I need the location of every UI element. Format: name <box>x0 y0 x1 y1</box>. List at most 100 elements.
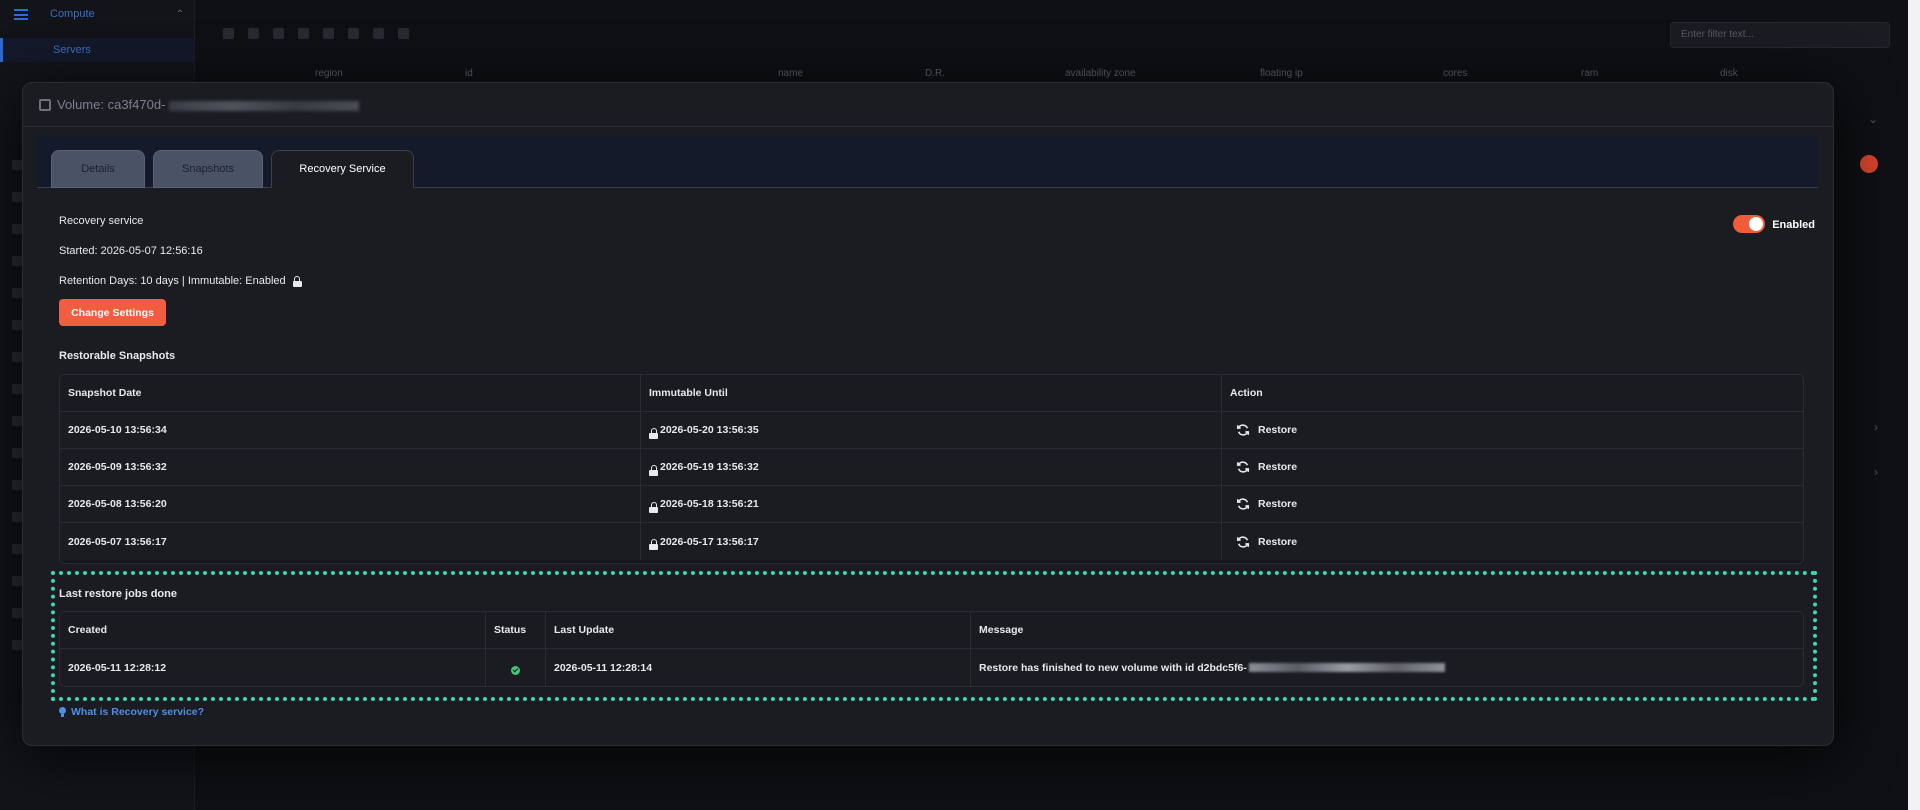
column-header[interactable]: name <box>778 68 803 79</box>
immutable-until: 2026-05-17 13:56:17 <box>641 523 1222 560</box>
status-indicator-icon[interactable] <box>1860 155 1878 173</box>
nav-icon[interactable] <box>12 224 22 234</box>
chevron-up-icon: ⌃ <box>175 8 184 20</box>
refresh-icon <box>1236 498 1250 510</box>
help-link[interactable]: What is Recovery service? <box>59 706 204 718</box>
column-header: Action <box>1230 387 1263 399</box>
gear-icon[interactable] <box>398 28 409 39</box>
chevron-down-icon[interactable]: ⌄ <box>1868 112 1878 126</box>
restore-action[interactable]: Restore <box>1222 523 1803 560</box>
tab-details[interactable]: Details <box>51 150 145 188</box>
snapshot-date: 2026-05-07 13:56:17 <box>60 523 641 560</box>
sidebar-icons <box>12 160 22 650</box>
column-header[interactable]: floating ip <box>1260 68 1303 79</box>
restore-action[interactable]: Restore <box>1222 449 1803 485</box>
lightbulb-icon <box>59 707 66 717</box>
snapshot-date: 2026-05-10 13:56:34 <box>60 412 641 448</box>
nav-icon[interactable] <box>12 416 22 426</box>
tab-recovery-service[interactable]: Recovery Service <box>271 150 414 188</box>
highlight-box <box>51 571 1817 701</box>
started-text: Started: 2026-05-07 12:56:16 <box>59 245 203 257</box>
chevron-right-icon[interactable]: › <box>1874 465 1878 479</box>
lock-icon <box>649 539 658 550</box>
table-row: 2026-05-08 13:56:20 2026-05-18 13:56:21 … <box>60 486 1803 523</box>
restore-button[interactable]: Restore <box>1258 461 1297 473</box>
recovery-service-title: Recovery service <box>59 215 144 227</box>
nav-icon[interactable] <box>12 544 22 554</box>
lock-icon <box>649 501 658 513</box>
column-header[interactable]: D.R. <box>925 68 945 79</box>
nav-icon[interactable] <box>12 288 22 298</box>
lock-icon <box>292 275 302 287</box>
table-row: 2026-05-10 13:56:34 2026-05-20 13:56:35 … <box>60 412 1803 449</box>
step-icon[interactable] <box>298 28 309 39</box>
delete-icon[interactable] <box>348 28 359 39</box>
restorable-snapshots-title: Restorable Snapshots <box>59 350 176 362</box>
refresh-icon[interactable] <box>223 28 234 39</box>
window-edge <box>1908 0 1920 810</box>
restore-button[interactable]: Restore <box>1258 498 1297 510</box>
column-header[interactable]: cores <box>1443 68 1467 79</box>
nav-icon[interactable] <box>12 576 22 586</box>
servers-table-header: region id name D.R. availability zone fl… <box>195 68 1920 82</box>
table-row: 2026-05-07 13:56:17 2026-05-17 13:56:17 … <box>60 523 1803 560</box>
table-header: Snapshot Date Immutable Until Action <box>60 375 1803 412</box>
pause-icon[interactable] <box>273 28 284 39</box>
column-header[interactable]: id <box>465 68 473 79</box>
change-settings-button[interactable]: Change Settings <box>59 299 166 326</box>
toggle-label: Enabled <box>1772 219 1815 231</box>
restore-action[interactable]: Restore <box>1222 412 1803 448</box>
retention-value: Retention Days: 10 days | Immutable: Ena… <box>59 275 286 287</box>
refresh-icon <box>1236 461 1250 473</box>
toggle-knob <box>1749 217 1763 231</box>
retention-text: Retention Days: 10 days | Immutable: Ena… <box>59 275 302 287</box>
restore-action[interactable]: Restore <box>1222 486 1803 522</box>
immutable-until: 2026-05-18 13:56:21 <box>641 486 1222 522</box>
tab-bar: Details Snapshots Recovery Service <box>37 135 1818 188</box>
chevron-right-icon[interactable]: › <box>1874 420 1878 434</box>
lock-icon <box>649 464 658 476</box>
restore-button[interactable]: Restore <box>1258 536 1297 548</box>
table-row: 2026-05-09 13:56:32 2026-05-19 13:56:32 … <box>60 449 1803 486</box>
settings-icon[interactable] <box>373 28 384 39</box>
nav-icon[interactable] <box>12 512 22 522</box>
expand-icon[interactable] <box>39 98 51 111</box>
nav-icon[interactable] <box>12 640 22 650</box>
server-stack-icon <box>14 8 28 20</box>
nav-icon[interactable] <box>12 192 22 202</box>
sidebar-group-label: Compute <box>50 8 95 20</box>
volume-modal: Volume: ca3f470d- Details Snapshots Reco… <box>22 82 1834 746</box>
refresh-icon <box>1236 424 1250 436</box>
refresh-icon <box>1236 535 1250 548</box>
modal-header: Volume: ca3f470d- <box>23 83 1833 127</box>
nav-icon[interactable] <box>12 384 22 394</box>
immutable-until: 2026-05-20 13:56:35 <box>641 412 1222 448</box>
column-header[interactable]: availability zone <box>1065 68 1136 79</box>
help-link-text[interactable]: What is Recovery service? <box>71 706 204 718</box>
recovery-service-toggle[interactable] <box>1733 215 1765 233</box>
nav-icon[interactable] <box>12 352 22 362</box>
play-icon[interactable] <box>248 28 259 39</box>
column-header: Snapshot Date <box>60 375 641 411</box>
stop-icon[interactable] <box>323 28 334 39</box>
lock-icon <box>649 427 658 439</box>
nav-icon[interactable] <box>12 480 22 490</box>
restore-button[interactable]: Restore <box>1258 424 1297 436</box>
nav-icon[interactable] <box>12 160 22 170</box>
column-header[interactable]: ram <box>1581 68 1598 79</box>
snapshot-date: 2026-05-08 13:56:20 <box>60 486 641 522</box>
nav-icon[interactable] <box>12 608 22 618</box>
column-header[interactable]: disk <box>1720 68 1738 79</box>
nav-icon[interactable] <box>12 320 22 330</box>
sidebar-item-servers[interactable]: Servers <box>0 38 194 62</box>
servers-toolbar <box>223 28 409 39</box>
column-header: Immutable Until <box>641 375 1222 411</box>
nav-icon[interactable] <box>12 448 22 458</box>
tab-snapshots[interactable]: Snapshots <box>153 150 263 188</box>
sidebar-group-compute[interactable]: Compute ⌃ <box>0 0 194 28</box>
modal-title: Volume: ca3f470d- <box>57 97 360 112</box>
column-header[interactable]: region <box>315 68 343 79</box>
filter-input[interactable]: Enter filter text... <box>1670 22 1890 48</box>
snapshots-table: Snapshot Date Immutable Until Action 202… <box>59 374 1804 564</box>
nav-icon[interactable] <box>12 256 22 266</box>
